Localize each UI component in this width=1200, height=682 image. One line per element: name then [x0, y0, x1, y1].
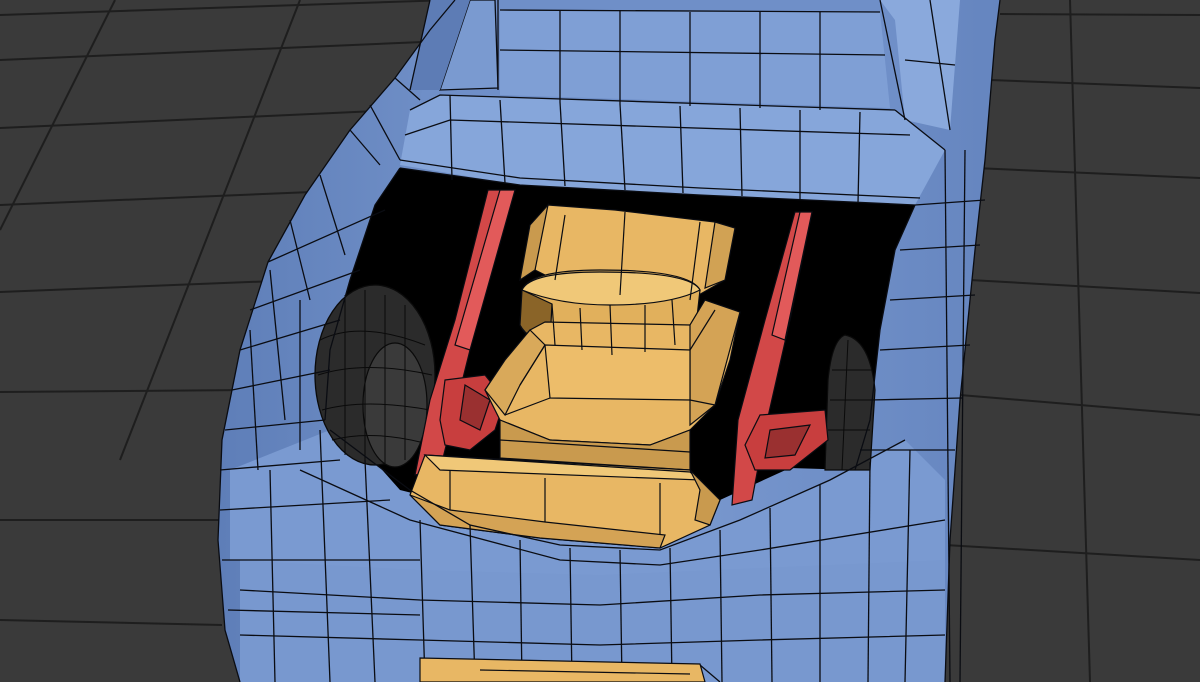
- front-wheel-left[interactable]: [314, 284, 436, 468]
- viewport-scene[interactable]: [0, 0, 1200, 682]
- 3d-viewport[interactable]: [0, 0, 1200, 682]
